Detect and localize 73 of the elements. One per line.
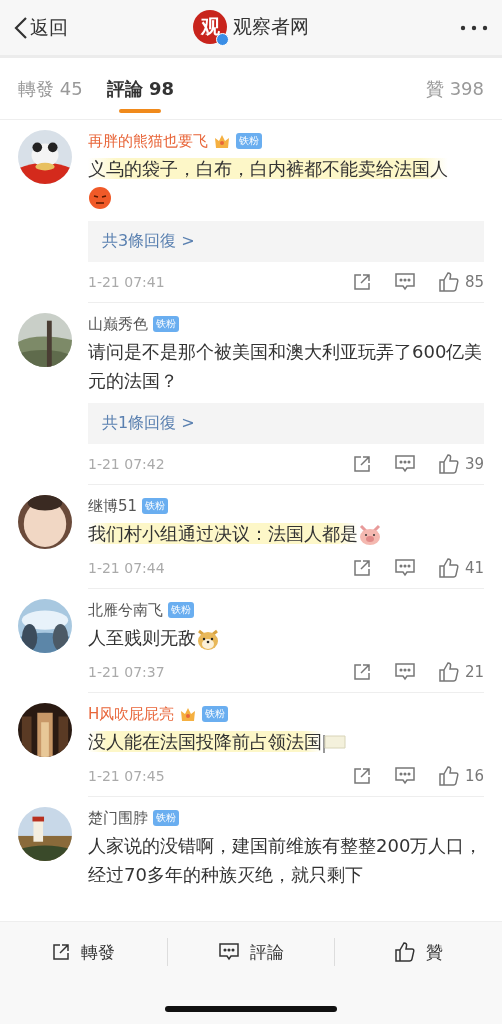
tab[interactable]: 評論 98 xyxy=(106,66,174,111)
share-icon xyxy=(351,662,372,682)
like-button[interactable]: 21 xyxy=(437,661,484,683)
back-button[interactable]: 返回 xyxy=(14,14,68,41)
like-button[interactable]: 16 xyxy=(437,765,484,787)
user-name[interactable]: 继博51 xyxy=(88,496,138,516)
replies-link[interactable]: 共3條回復 > xyxy=(88,221,484,262)
fan-badge: 铁粉 xyxy=(153,810,179,826)
share-button[interactable] xyxy=(351,662,372,682)
like-button[interactable]: 41 xyxy=(437,557,484,579)
tab[interactable]: 轉發 45 xyxy=(18,66,83,111)
timestamp: 1-21 07:37 xyxy=(88,664,165,680)
angry-face-emoji xyxy=(88,186,112,210)
user-name[interactable]: 北雁兮南飞 xyxy=(88,600,163,620)
user-name[interactable]: 山巅秀色 xyxy=(88,314,148,334)
comment-button[interactable] xyxy=(393,766,416,786)
like-button[interactable]: 39 xyxy=(437,453,484,475)
timestamp: 1-21 07:41 xyxy=(88,274,165,290)
user-name[interactable]: 楚门围脖 xyxy=(88,808,148,828)
flag-emoji xyxy=(322,733,348,753)
dog-face-emoji xyxy=(196,627,220,651)
replies-link[interactable]: 共1條回復 > xyxy=(88,403,484,444)
share-icon xyxy=(351,454,372,474)
comment-text: 人家说的没错啊，建国前维族有整整200万人口，经过70多年的种族灭绝，就只剩下 xyxy=(88,835,483,885)
comment-icon xyxy=(393,662,416,682)
comment-icon xyxy=(393,558,416,578)
back-chevron-icon xyxy=(14,15,28,40)
user-name[interactable]: 再胖的熊猫也要飞 xyxy=(88,131,208,151)
thumbs-up-icon xyxy=(437,271,460,293)
comment-icon xyxy=(393,454,416,474)
fan-badge: 铁粉 xyxy=(202,706,229,722)
page-title: 观察者网 xyxy=(233,14,309,39)
comment-text: 我们村小组通过决议：法国人都是 xyxy=(88,523,358,544)
comment-icon xyxy=(218,942,240,962)
share-icon xyxy=(51,942,72,962)
comment-button[interactable]: 評論 xyxy=(167,922,335,982)
fan-badge: 铁粉 xyxy=(142,498,169,514)
user-name[interactable]: H风吹屁屁亮 xyxy=(88,704,175,724)
comment-button[interactable] xyxy=(393,558,416,578)
fan-badge: 铁粉 xyxy=(168,602,194,618)
comment-text: 没人能在法国投降前占领法国 xyxy=(88,731,322,752)
logo: 观 xyxy=(193,10,227,44)
comment-text: 义乌的袋子，白布，白内裤都不能卖给法国人 xyxy=(88,158,448,179)
comment-text: 人至贱则无敌 xyxy=(88,627,196,648)
thumbs-up-icon xyxy=(437,453,460,475)
pig-face-emoji xyxy=(358,524,382,546)
tab[interactable]: 贊 398 xyxy=(425,66,484,111)
share-button[interactable] xyxy=(351,454,372,474)
thumbs-up-icon xyxy=(437,557,460,579)
comment-text: 请问是不是那个被美国和澳大利亚玩弄了600亿美元的法国？ xyxy=(88,341,483,391)
share-button[interactable]: 轉發 xyxy=(0,922,167,982)
thumbs-up-icon xyxy=(394,941,417,963)
share-icon xyxy=(351,558,372,578)
share-button[interactable] xyxy=(351,272,372,292)
comment-button[interactable] xyxy=(393,272,416,292)
share-icon xyxy=(351,272,372,292)
share-icon xyxy=(351,766,372,786)
comment-icon xyxy=(393,272,416,292)
comment-button[interactable] xyxy=(393,662,416,682)
share-button[interactable] xyxy=(351,766,372,786)
timestamp: 1-21 07:42 xyxy=(88,456,165,472)
thumbs-up-icon xyxy=(437,765,460,787)
share-button[interactable] xyxy=(351,558,372,578)
fan-badge: 铁粉 xyxy=(153,316,179,332)
timestamp: 1-21 07:44 xyxy=(88,560,165,576)
like-button[interactable]: 贊 xyxy=(335,922,502,982)
fan-badge: 铁粉 xyxy=(236,133,262,149)
comment-icon xyxy=(393,766,416,786)
thumbs-up-icon xyxy=(437,661,460,683)
comment-button[interactable] xyxy=(393,454,416,474)
timestamp: 1-21 07:45 xyxy=(88,768,165,784)
like-button[interactable]: 85 xyxy=(437,271,484,293)
more-icon[interactable] xyxy=(460,24,488,31)
